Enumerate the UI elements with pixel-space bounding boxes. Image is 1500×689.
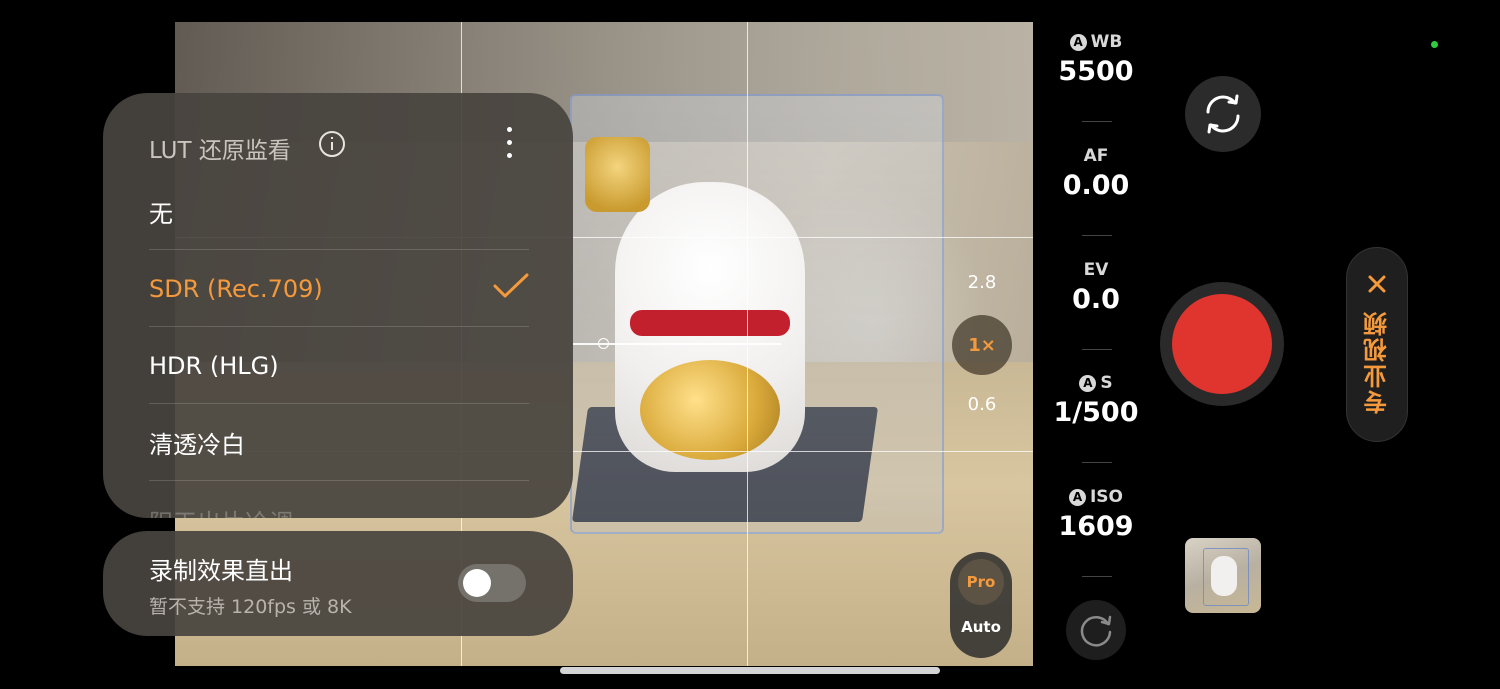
iso-value: 1609 [1058, 511, 1134, 542]
lut-option-clear-cool[interactable]: 清透冷白 [149, 405, 529, 481]
info-icon[interactable] [319, 131, 345, 157]
wb-value: 5500 [1058, 56, 1134, 87]
mode-auto-button[interactable]: Auto [950, 618, 1012, 636]
lut-option-label: SDR (Rec.709) [149, 274, 323, 303]
toggle-knob [463, 569, 491, 597]
record-effect-toggle[interactable] [458, 564, 526, 602]
wb-label: A WB [1050, 32, 1142, 52]
lut-option-hdr[interactable]: HDR (HLG) [149, 328, 529, 404]
mode-pro-button[interactable]: Pro [958, 559, 1004, 605]
thumb-cat [1211, 556, 1237, 596]
auto-badge: A [1079, 374, 1097, 392]
refresh-icon [1080, 615, 1112, 647]
lut-panel-title: LUT 还原监看 [149, 138, 291, 164]
s-value: 1/500 [1053, 397, 1139, 428]
lut-option-label: 清透冷白 [149, 431, 245, 459]
lut-option-sdr[interactable]: SDR (Rec.709) [149, 251, 529, 327]
lut-monitor-panel: LUT 还原监看 无 SDR (Rec.709) HDR (HLG) 清透冷白 … [103, 93, 573, 518]
lut-option-none[interactable]: 无 [149, 174, 529, 250]
lut-option-sunny-cool[interactable]: 阳天出片冷调 [149, 482, 529, 519]
gallery-thumbnail[interactable] [1185, 538, 1261, 613]
lut-option-label: 阳天出片冷调 [149, 503, 293, 519]
ev-label: EV [1083, 260, 1109, 280]
scene-cat-collar [630, 310, 790, 336]
auto-badge: A [1068, 488, 1086, 506]
divider [1082, 235, 1112, 236]
zoom-2.8-button[interactable]: 2.8 [952, 272, 1012, 293]
record-effect-title: 录制效果直出 [149, 557, 293, 585]
more-icon[interactable] [505, 127, 513, 159]
divider [1082, 576, 1112, 577]
record-button[interactable] [1172, 294, 1272, 394]
level-indicator-dot [598, 338, 609, 349]
reset-button[interactable] [1066, 600, 1126, 660]
s-label: A S [1050, 373, 1142, 393]
iso-setting[interactable]: A ISO 1609 [1050, 487, 1142, 542]
divider [1082, 349, 1112, 350]
lut-option-label: 无 [149, 200, 173, 228]
home-indicator[interactable] [560, 667, 940, 674]
af-label: AF [1083, 146, 1109, 166]
scene-gold-ingots [640, 360, 780, 460]
privacy-indicator-dot [1431, 41, 1438, 48]
switch-camera-button[interactable] [1185, 76, 1261, 152]
record-effect-panel: 录制效果直出 暂不支持 120fps 或 8K [103, 531, 573, 636]
wb-setting[interactable]: A WB 5500 [1050, 32, 1142, 87]
iso-label: A ISO [1050, 487, 1142, 507]
close-icon[interactable] [1367, 274, 1387, 294]
lut-option-label: HDR (HLG) [149, 351, 279, 380]
switch-camera-icon [1206, 94, 1240, 134]
zoom-0.6-button[interactable]: 0.6 [952, 394, 1012, 415]
check-icon [493, 273, 529, 298]
divider [1082, 462, 1112, 463]
ev-setting[interactable]: EV 0.0 [1050, 260, 1142, 315]
record-effect-subtitle: 暂不支持 120fps 或 8K [149, 596, 352, 618]
af-setting[interactable]: AF 0.00 [1050, 146, 1142, 201]
divider [1082, 121, 1112, 122]
auto-badge: A [1069, 33, 1087, 51]
ev-value: 0.0 [1072, 284, 1120, 315]
shutter-speed-setting[interactable]: A S 1/500 [1050, 373, 1142, 428]
scene-ingot-sign [585, 137, 650, 212]
zoom-1x-button[interactable]: 1× [952, 315, 1012, 375]
af-value: 0.00 [1062, 170, 1130, 201]
mode-name-label: 专业视频 [1363, 310, 1392, 414]
